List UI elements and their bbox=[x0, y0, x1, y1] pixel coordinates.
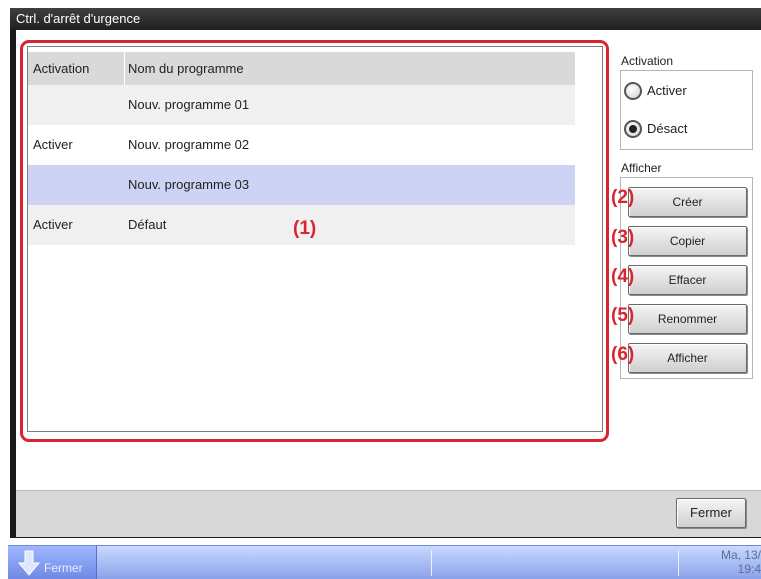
table-row-selected[interactable]: Nouv. programme 03 bbox=[28, 165, 575, 205]
row-program-name: Nouv. programme 03 bbox=[128, 177, 250, 192]
column-separator bbox=[124, 52, 125, 85]
down-arrow-icon bbox=[18, 550, 40, 576]
column-header-program-name: Nom du programme bbox=[128, 61, 244, 76]
row-program-name: Nouv. programme 02 bbox=[128, 137, 250, 152]
callout-list: (1) bbox=[293, 218, 317, 239]
radio-label-desact: Désact bbox=[647, 121, 688, 136]
activation-group-label: Activation bbox=[621, 54, 674, 68]
display-button[interactable]: Afficher bbox=[628, 343, 747, 373]
rename-button[interactable]: Renommer bbox=[628, 304, 747, 334]
clock-date: Ma, 13/ bbox=[720, 548, 761, 562]
radio-button-activer[interactable] bbox=[624, 82, 642, 100]
close-button[interactable]: Fermer bbox=[676, 498, 746, 528]
window-title: Ctrl. d'arrêt d'urgence bbox=[10, 8, 761, 30]
taskbar-divider bbox=[431, 550, 432, 576]
column-header-activation: Activation bbox=[33, 61, 90, 76]
callout-create: (2) bbox=[611, 187, 635, 208]
taskbar: Fermer Ma, 13/ 19:4 bbox=[8, 545, 761, 579]
radio-label-activer: Activer bbox=[647, 83, 687, 98]
row-program-name: Défaut bbox=[128, 217, 167, 232]
callout-copy: (3) bbox=[611, 227, 635, 248]
copy-button[interactable]: Copier bbox=[628, 226, 747, 256]
table-row[interactable]: Activer Nouv. programme 02 bbox=[28, 125, 575, 165]
taskbar-close-label: Fermer bbox=[44, 561, 83, 575]
taskbar-clock: Ma, 13/ 19:4 bbox=[701, 548, 761, 576]
clock-time: 19:4 bbox=[737, 562, 761, 576]
taskbar-divider bbox=[678, 550, 679, 576]
table-header-row: Activation Nom du programme bbox=[28, 52, 575, 85]
create-button[interactable]: Créer bbox=[628, 187, 747, 217]
table-row[interactable]: Nouv. programme 01 bbox=[28, 85, 575, 125]
taskbar-close-button[interactable]: Fermer bbox=[8, 546, 97, 579]
row-activation: Activer bbox=[33, 217, 73, 232]
radio-button-desact[interactable] bbox=[624, 120, 642, 138]
window-footer: Fermer bbox=[16, 490, 761, 537]
radio-desact[interactable]: Désact bbox=[624, 120, 734, 140]
display-group-label: Afficher bbox=[621, 161, 662, 175]
row-program-name: Nouv. programme 01 bbox=[128, 97, 250, 112]
delete-button[interactable]: Effacer bbox=[628, 265, 747, 295]
row-activation: Activer bbox=[33, 137, 73, 152]
callout-delete: (4) bbox=[611, 266, 635, 287]
radio-activer[interactable]: Activer bbox=[624, 82, 734, 102]
callout-display: (6) bbox=[611, 344, 635, 365]
callout-rename: (5) bbox=[611, 305, 635, 326]
